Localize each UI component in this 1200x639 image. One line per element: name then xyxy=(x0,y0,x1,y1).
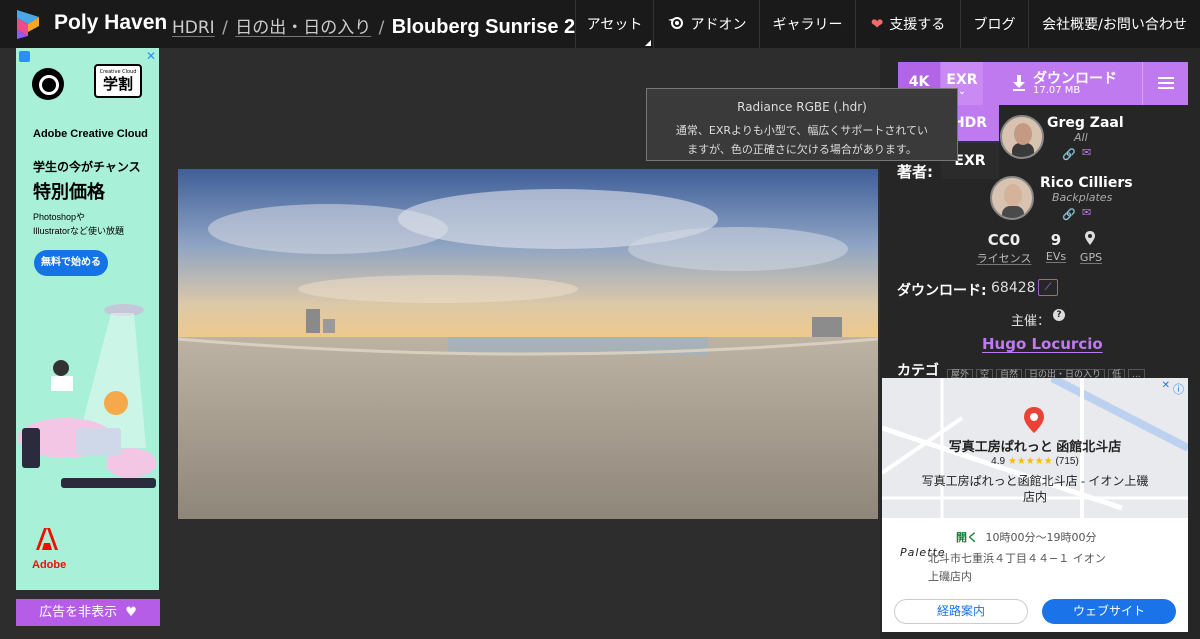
review-count: (715) xyxy=(1055,456,1079,467)
website-button[interactable]: ウェブサイト xyxy=(1042,599,1176,624)
file-size: 17.07 MB xyxy=(1033,85,1081,96)
place-name: 写真工房ぱれっと 函館北斗店 xyxy=(948,439,1122,454)
ad-cta-button[interactable]: 無料で始める xyxy=(34,250,108,276)
hdri-preview-image[interactable] xyxy=(178,169,878,519)
author-name-rico-cilliers[interactable]: Rico Cilliers xyxy=(1040,175,1133,191)
nav-blog[interactable]: ブログ xyxy=(960,0,1028,48)
download-options-menu[interactable] xyxy=(1142,62,1188,105)
directions-button[interactable]: 経路案内 xyxy=(894,599,1028,624)
email-icon[interactable]: ✉ xyxy=(1082,206,1091,219)
rating-value: 4.9 xyxy=(991,456,1006,467)
tooltip-line-1: 通常、EXRよりも小型で、幅広くサポートされてい xyxy=(675,124,929,137)
email-icon[interactable]: ✉ xyxy=(1082,146,1091,159)
heart-icon: ♥ xyxy=(125,605,137,620)
breadcrumb-category[interactable]: 日の出・日の入り xyxy=(235,18,371,38)
ad-body-2: Illustratorなど使い放題 xyxy=(33,226,125,236)
poly-haven-logo-icon[interactable] xyxy=(14,8,42,40)
map-address-line-1: 写真工房ぱれっと函館北斗店 - イオン上磯 xyxy=(921,474,1149,488)
heart-icon: ❤ xyxy=(870,15,884,33)
creative-cloud-logo-icon xyxy=(32,68,64,100)
format-value: EXR xyxy=(946,72,978,88)
nav-assets[interactable]: アセット xyxy=(575,0,653,48)
right-advertisement[interactable]: ⓘ ✕ 写真工房ぱれっと 函館北斗店 4.9 ★★★★★ (715) 写真工房ぱ… xyxy=(882,378,1188,632)
sponsor-label: 主催： xyxy=(1011,314,1051,329)
link-icon[interactable]: 🔗 xyxy=(1062,148,1076,161)
rating-row: 4.9 ★★★★★ (715) xyxy=(882,456,1188,467)
ad-choices-icon[interactable] xyxy=(19,51,30,62)
nav-blog-label: ブログ xyxy=(973,17,1016,33)
ad-headline-1: 学生の今がチャンス xyxy=(33,160,141,174)
ad-footer-brand: Adobe xyxy=(32,559,67,571)
page-title: Blouberg Sunrise 2 xyxy=(391,16,576,38)
nav-gallery-label: ギャラリー xyxy=(772,17,843,33)
sponsor-name[interactable]: Hugo Locurcio xyxy=(982,335,1103,353)
nav-about-label: 会社概要/お問い合わせ xyxy=(1042,17,1187,33)
map-address-line-2: 店内 xyxy=(1022,490,1047,504)
ad-body-1: Photoshopや xyxy=(33,212,86,222)
downloads-label: ダウンロード: xyxy=(897,283,987,299)
nav-addons[interactable]: アドオン xyxy=(653,0,759,48)
avatar-greg-zaal[interactable] xyxy=(1000,115,1044,159)
tooltip-title: Radiance RGBE (.hdr) xyxy=(737,100,867,114)
download-icon xyxy=(1013,75,1025,91)
ad-map[interactable]: ⓘ ✕ 写真工房ぱれっと 函館北斗店 4.9 ★★★★★ (715) 写真工房ぱ… xyxy=(882,378,1188,518)
map-pin-icon xyxy=(1024,407,1044,437)
nav-support-label: 支援する xyxy=(889,17,946,33)
breadcrumb-hdri[interactable]: HDRI xyxy=(172,18,215,38)
categories-label: カテゴ xyxy=(897,363,939,379)
author-role-greg-zaal: All xyxy=(1074,131,1088,144)
authors-label: 著者: xyxy=(897,163,933,181)
evs-label: EVs xyxy=(1045,250,1067,263)
nav-gallery[interactable]: ギャラリー xyxy=(759,0,855,48)
license-label[interactable]: ライセンス xyxy=(974,250,1034,266)
download-graph-icon[interactable]: ⟋ xyxy=(1038,279,1058,296)
ad-brand-line: Adobe Creative Cloud xyxy=(33,128,148,140)
link-icon[interactable]: 🔗 xyxy=(1062,208,1076,221)
breadcrumb: HDRI / 日の出・日の入り / Blouberg Sunrise 2 xyxy=(172,16,576,38)
license-value: CC0 xyxy=(987,231,1021,249)
hide-ads-label: 広告を非表示 xyxy=(39,605,118,620)
author-role-rico-cilliers: Backplates xyxy=(1052,191,1113,204)
downloads-count: 68428 xyxy=(991,280,1036,296)
dropdown-corner-icon xyxy=(645,40,651,46)
hours-text: 10時00分～19時00分 xyxy=(985,531,1097,544)
ad-info-icon[interactable]: ⓘ xyxy=(1173,381,1184,397)
tooltip-line-2: ますが、色の正確さに欠ける場合があります。 xyxy=(687,143,917,156)
ad-close-icon[interactable]: ✕ xyxy=(1162,380,1170,391)
nav-addons-label: アドオン xyxy=(690,17,747,33)
gps-label[interactable]: GPS xyxy=(1078,251,1104,264)
badge-big-text: 学割 xyxy=(102,75,133,93)
student-discount-badge: Creative Cloud 学割 xyxy=(94,64,142,98)
nav-assets-label: アセット xyxy=(586,17,643,33)
ad-headline-2: 特別価格 xyxy=(33,182,105,202)
blender-icon xyxy=(667,15,685,33)
ad-close-icon[interactable]: ✕ xyxy=(146,49,156,63)
nav-about-contact[interactable]: 会社概要/お問い合わせ xyxy=(1028,0,1200,48)
adobe-logo-icon xyxy=(36,528,58,550)
rating-stars-icon: ★★★★★ xyxy=(1007,456,1053,467)
evs-value: 9 xyxy=(1050,231,1062,249)
format-tooltip: Radiance RGBE (.hdr) 通常、EXRよりも小型で、幅広くサポー… xyxy=(646,88,958,161)
avatar-rico-cilliers[interactable] xyxy=(990,176,1034,220)
open-status: 開く xyxy=(956,531,978,544)
address-line-2: 上磯店内 xyxy=(928,570,972,583)
business-hours: 開く 10時00分～19時00分 xyxy=(956,529,1097,545)
left-advertisement[interactable]: ✕ Creative Cloud 学割 Adobe Creative Cloud… xyxy=(16,48,159,590)
top-navigation-bar: Poly Haven HDRI / 日の出・日の入り / Blouberg Su… xyxy=(0,0,1200,48)
address-line-1: 北斗市七重浜４丁目４４−１ イオン xyxy=(928,552,1106,565)
author-name-greg-zaal[interactable]: Greg Zaal xyxy=(1047,115,1124,131)
help-icon[interactable]: ? xyxy=(1053,309,1065,321)
download-button[interactable]: ダウンロード 17.07 MB xyxy=(990,62,1140,105)
ad-illustration xyxy=(18,304,156,488)
brand-name[interactable]: Poly Haven xyxy=(54,11,167,35)
gps-pin-icon xyxy=(1082,231,1098,249)
nav-support[interactable]: ❤ 支援する xyxy=(855,0,960,48)
hamburger-icon xyxy=(1158,77,1174,79)
hide-ads-button[interactable]: 広告を非表示 ♥ xyxy=(16,599,160,626)
